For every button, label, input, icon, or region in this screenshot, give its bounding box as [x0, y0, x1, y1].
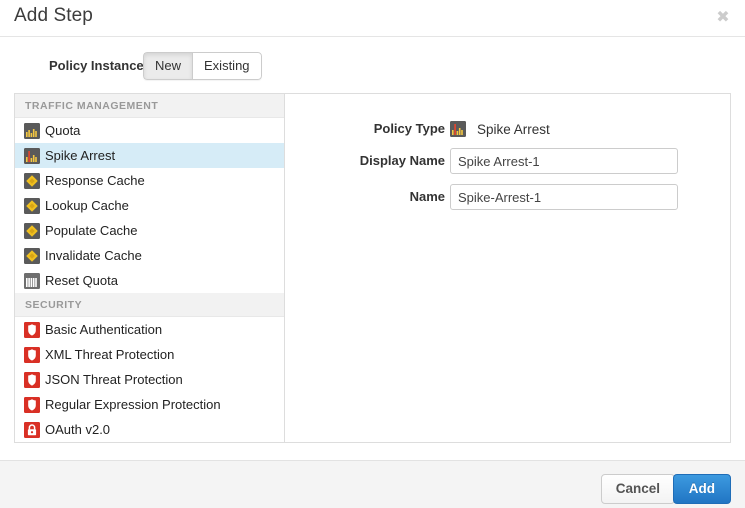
policy-item-label: Quota	[45, 123, 80, 138]
cache-diamond-icon	[24, 248, 40, 264]
name-input[interactable]	[450, 184, 678, 210]
policy-instance-label: Policy Instance	[49, 58, 144, 73]
display-name-row: Display Name	[450, 148, 745, 174]
dialog-header: Add Step ✖	[0, 0, 745, 37]
content-panel: TRAFFIC MANAGEMENT Quota	[14, 93, 731, 443]
policy-item-label: Lookup Cache	[45, 198, 129, 213]
display-name-label: Display Name	[327, 148, 445, 174]
close-icon[interactable]: ✖	[713, 8, 733, 28]
cache-diamond-icon	[24, 198, 40, 214]
policy-item-populate-cache[interactable]: Populate Cache	[15, 218, 284, 243]
policy-type-value: Spike Arrest	[450, 116, 745, 142]
policy-type-row: Policy Type Spike Arrest	[450, 116, 745, 142]
policy-type-label: Policy Type	[327, 116, 445, 142]
reset-quota-bars-icon	[24, 273, 40, 289]
policy-item-quota[interactable]: Quota	[15, 118, 284, 143]
policy-type-name: Spike Arrest	[477, 122, 550, 137]
policy-item-regular-expression-protection[interactable]: Regular Expression Protection	[15, 392, 284, 417]
policy-detail-pane: Policy Type Spike Arrest Display Name	[285, 94, 730, 442]
toggle-existing[interactable]: Existing	[192, 52, 262, 80]
cache-diamond-icon	[24, 173, 40, 189]
policy-item-xml-threat-protection[interactable]: XML Threat Protection	[15, 342, 284, 367]
policy-item-label: Regular Expression Protection	[45, 397, 221, 412]
spike-arrest-bars-icon	[450, 121, 466, 137]
shield-icon	[24, 397, 40, 413]
name-label: Name	[327, 184, 445, 210]
spike-arrest-bars-icon	[24, 148, 40, 164]
display-name-input[interactable]	[450, 148, 678, 174]
cancel-button[interactable]: Cancel	[601, 474, 675, 504]
quota-bars-icon	[24, 123, 40, 139]
policy-item-json-threat-protection[interactable]: JSON Threat Protection	[15, 367, 284, 392]
shield-icon	[24, 322, 40, 338]
group-header-traffic-management: TRAFFIC MANAGEMENT	[15, 94, 284, 118]
policy-item-reset-quota[interactable]: Reset Quota	[15, 268, 284, 293]
policy-item-label: Response Cache	[45, 173, 145, 188]
shield-icon	[24, 347, 40, 363]
dialog-footer: Cancel Add	[0, 460, 745, 508]
policy-item-label: JSON Threat Protection	[45, 372, 183, 387]
policy-item-label: Spike Arrest	[45, 148, 115, 163]
name-row: Name	[450, 184, 745, 210]
group-header-security: SECURITY	[15, 293, 284, 317]
add-button[interactable]: Add	[673, 474, 731, 504]
policy-item-invalidate-cache[interactable]: Invalidate Cache	[15, 243, 284, 268]
policy-item-label: Populate Cache	[45, 223, 138, 238]
policy-list[interactable]: TRAFFIC MANAGEMENT Quota	[15, 94, 285, 442]
policy-instance-row: Policy Instance New Existing	[0, 52, 745, 82]
page-title: Add Step	[14, 5, 93, 27]
policy-item-basic-authentication[interactable]: Basic Authentication	[15, 317, 284, 342]
policy-item-label: Reset Quota	[45, 273, 118, 288]
toggle-new[interactable]: New	[143, 52, 192, 80]
policy-item-oauth-v2[interactable]: OAuth v2.0	[15, 417, 284, 442]
cache-diamond-icon	[24, 223, 40, 239]
shield-icon	[24, 372, 40, 388]
policy-item-response-cache[interactable]: Response Cache	[15, 168, 284, 193]
policy-item-label: Invalidate Cache	[45, 248, 142, 263]
policy-item-label: XML Threat Protection	[45, 347, 174, 362]
policy-item-lookup-cache[interactable]: Lookup Cache	[15, 193, 284, 218]
policy-item-label: Basic Authentication	[45, 322, 162, 337]
policy-instance-toggle-group[interactable]: New Existing	[143, 52, 262, 80]
policy-item-spike-arrest[interactable]: Spike Arrest	[15, 143, 284, 168]
lock-icon	[24, 422, 40, 438]
policy-item-label: OAuth v2.0	[45, 422, 110, 437]
